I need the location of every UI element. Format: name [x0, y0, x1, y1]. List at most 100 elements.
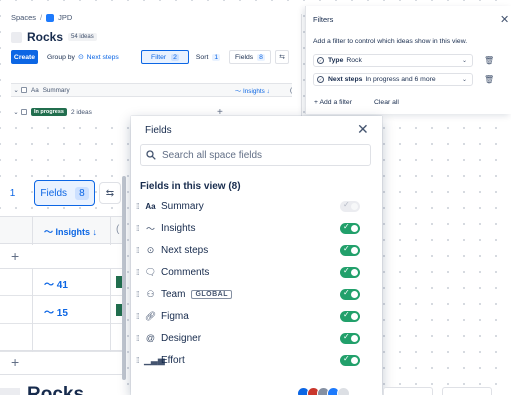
- drag-handle-icon[interactable]: ⁞⁞: [136, 290, 142, 299]
- ideas-count-badge: 54 ideas: [68, 33, 97, 41]
- field-item-comments[interactable]: ⁞⁞ 🗨 Comments ✓: [136, 262, 370, 282]
- field-item-figma[interactable]: ⁞⁞ 🔗︎ Figma ✓: [136, 306, 370, 326]
- field-toggle[interactable]: ✓: [340, 222, 360, 234]
- vertical-scrollbar[interactable]: [122, 176, 126, 380]
- field-item-label: Designer: [161, 332, 202, 344]
- filters-description: Add a filter to control which ideas show…: [313, 38, 468, 45]
- table-row[interactable]: 〜 41: [0, 268, 124, 296]
- filter-button[interactable]: Filter 2: [141, 50, 189, 64]
- breadcrumb-separator: /: [40, 13, 43, 22]
- insights-icon: 〜: [145, 223, 155, 234]
- select-all-checkbox[interactable]: [21, 87, 27, 93]
- field-item-label: Effort: [161, 354, 185, 366]
- field-item-designer[interactable]: ⁞⁞ @ Designer ✓: [136, 328, 370, 348]
- field-item-next-steps[interactable]: ⁞⁞ ⊙ Next steps ✓: [136, 240, 370, 260]
- field-toggle[interactable]: ✓: [340, 310, 360, 322]
- table-row[interactable]: 〜 15: [0, 296, 124, 324]
- field-toggle[interactable]: ✓: [340, 354, 360, 366]
- add-filter-button[interactable]: + Add a filter: [314, 99, 352, 106]
- field-toggle[interactable]: ✓: [340, 332, 360, 344]
- field-item-effort[interactable]: ⁞⁞ ▁▃▅ Effort ✓: [136, 350, 370, 370]
- group-checkbox[interactable]: [21, 109, 27, 115]
- column-divider: [32, 217, 33, 245]
- filter-count: 2: [171, 53, 179, 61]
- close-icon[interactable]: ✕: [357, 121, 369, 138]
- trash-icon[interactable]: 🗑: [484, 56, 494, 65]
- filter-field-value: In progress and 6 more: [365, 76, 436, 83]
- row-divider: [0, 374, 124, 375]
- sort-button[interactable]: Sort 1: [192, 50, 224, 64]
- column-divider: [32, 268, 33, 296]
- collapse-chevron-icon[interactable]: ⌄: [11, 87, 21, 94]
- breadcrumb: Spaces / JPD: [11, 13, 72, 22]
- field-toggle[interactable]: ✓: [340, 266, 360, 278]
- field-item-team[interactable]: ⁞⁞ ⚇ Team GLOBAL ✓: [136, 284, 370, 304]
- insights-value: 〜 15: [44, 308, 68, 319]
- field-item-label: Team: [161, 288, 186, 300]
- fields-label-large: Fields: [40, 187, 68, 199]
- drag-handle-icon[interactable]: ⁞⁞: [136, 202, 142, 211]
- avatar[interactable]: [337, 387, 350, 395]
- fields-popup-title: Fields: [145, 125, 172, 136]
- group-by-button[interactable]: Group by ⊙ Next steps: [44, 50, 147, 64]
- insights-value: 〜 41: [44, 280, 68, 291]
- insights-column-header-large[interactable]: 〜 Insights ↓: [44, 225, 97, 238]
- summary-column-header[interactable]: Summary: [43, 87, 70, 94]
- add-idea-plus-icon[interactable]: +: [11, 248, 19, 264]
- column-divider: [110, 324, 111, 352]
- group-chevron-icon[interactable]: ⌄: [11, 108, 21, 116]
- drag-handle-icon[interactable]: ⁞⁞: [136, 224, 142, 233]
- view-emoji-icon: [11, 31, 22, 43]
- fields-button-small[interactable]: Fields 8: [229, 50, 271, 64]
- sort-count: 1: [212, 53, 221, 61]
- filter-row-type[interactable]: ✓ Type Rock ⌄: [313, 54, 473, 67]
- field-item-insights[interactable]: ⁞⁞ 〜 Insights ✓: [136, 218, 370, 238]
- partial-column-icon: (: [116, 224, 120, 235]
- next-steps-field-icon: ✓: [317, 76, 324, 83]
- field-toggle[interactable]: ✓: [340, 244, 360, 256]
- field-toggle[interactable]: ✓: [340, 288, 360, 300]
- field-item-summary[interactable]: ⁞⁞ Aa Summary ✓: [136, 196, 370, 216]
- clear-all-button[interactable]: Clear all: [374, 99, 399, 106]
- avatar-group[interactable]: [297, 387, 350, 395]
- search-fields-input[interactable]: Search all space fields: [140, 144, 371, 166]
- field-item-label: Next steps: [161, 244, 209, 256]
- swap-view-icon[interactable]: ⇆: [275, 50, 289, 64]
- drag-handle-icon[interactable]: ⁞⁞: [136, 334, 142, 343]
- close-icon[interactable]: ✕: [500, 13, 509, 26]
- insights-header-label-large: Insights ↓: [55, 227, 98, 237]
- table-row[interactable]: [0, 324, 124, 352]
- next-steps-icon: ⊙: [146, 244, 155, 255]
- drag-handle-icon[interactable]: ⁞⁞: [136, 356, 142, 365]
- breadcrumb-spaces[interactable]: Spaces: [11, 13, 36, 22]
- jpd-logo-icon: [46, 13, 55, 22]
- bars-icon: ▁▃▅: [144, 354, 165, 365]
- filter-field-name: Type: [328, 57, 344, 64]
- fields-label-small: Fields: [235, 53, 254, 61]
- next-steps-icon: ⊙: [77, 54, 84, 61]
- fields-button-large[interactable]: Fields 8: [34, 180, 95, 206]
- more-button[interactable]: [442, 387, 492, 395]
- insights-column-header-small[interactable]: 〜 Insights ↓: [235, 86, 270, 95]
- summary-type-icon: Aa: [31, 86, 39, 94]
- fields-popup: Fields ✕ Search all space fields Fields …: [131, 116, 382, 395]
- drag-handle-icon[interactable]: ⁞⁞: [136, 268, 142, 277]
- drag-handle-icon[interactable]: ⁞⁞: [136, 246, 142, 255]
- swap-view-icon-large[interactable]: ⇆: [99, 182, 121, 204]
- team-icon: ⚇: [146, 288, 155, 299]
- breadcrumb-project[interactable]: JPD: [58, 13, 72, 22]
- share-button[interactable]: [383, 387, 433, 395]
- add-idea-plus-icon[interactable]: +: [11, 354, 19, 370]
- field-item-label: Figma: [161, 310, 189, 322]
- group-count: 2 ideas: [70, 108, 92, 116]
- column-divider: [32, 324, 33, 352]
- field-item-label: Insights: [161, 222, 196, 234]
- group-row-small[interactable]: ⌄ In progress 2 ideas +: [11, 107, 292, 118]
- sort-label: Sort: [195, 53, 209, 61]
- zoomed-table: 〜 Insights ↓ ( + 〜 41 〜 15 +: [0, 216, 124, 395]
- zoomed-table-header: 〜 Insights ↓ (: [0, 216, 124, 245]
- trash-icon[interactable]: 🗑: [484, 75, 494, 84]
- drag-handle-icon[interactable]: ⁞⁞: [136, 312, 142, 321]
- create-button[interactable]: Create: [11, 50, 38, 64]
- filter-row-next-steps[interactable]: ✓ Next steps In progress and 6 more ⌄: [313, 73, 473, 86]
